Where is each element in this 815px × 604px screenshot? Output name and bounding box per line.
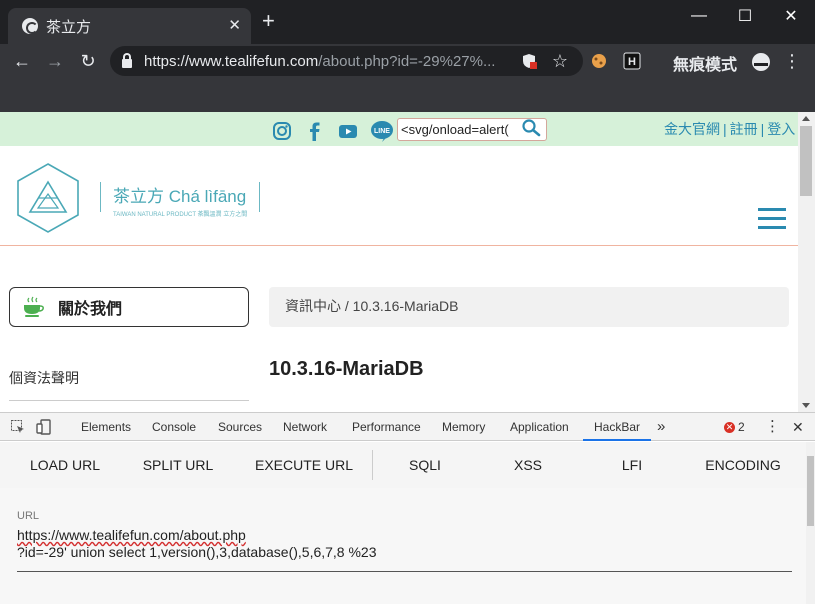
close-window-button[interactable]: ✕ — [768, 0, 814, 32]
url-field-value[interactable]: https://www.tealifefun.com/about.php ?id… — [17, 527, 792, 561]
browser-toolbar: ← → ↻ https://www.tealifefun.com/about.p… — [0, 44, 815, 78]
brand-logo-text[interactable]: 茶立方 Chá lìfāng TAIWAN NATURAL PRODUCT 茶飄… — [100, 182, 261, 218]
tab-performance[interactable]: Performance — [352, 413, 421, 441]
sqli-button[interactable]: SQLI — [395, 442, 455, 488]
bookmark-star-icon[interactable]: ☆ — [548, 49, 572, 73]
tab-title: 茶立方 — [46, 18, 92, 36]
tab-network[interactable]: Network — [283, 413, 327, 441]
top-link-register[interactable]: 註冊 — [730, 121, 758, 137]
error-count: 2 — [738, 420, 745, 434]
url-field-label: URL — [17, 510, 40, 522]
url-host: https://www.tealifefun.com — [144, 52, 319, 70]
top-links: 金大官網 | 註冊 | 登入 — [664, 119, 795, 139]
toolbar-divider — [372, 450, 373, 480]
breadcrumb: 資訊中心 / 10.3.16-MariaDB — [269, 287, 789, 327]
page-scrollbar[interactable] — [798, 112, 815, 412]
svg-text:LINE: LINE — [374, 128, 390, 135]
top-link-university[interactable]: 金大官網 — [664, 121, 720, 137]
hamburger-menu-icon[interactable] — [758, 208, 786, 230]
separator: | — [760, 121, 765, 137]
tab-application[interactable]: Application — [510, 413, 569, 441]
more-tabs-icon[interactable]: » — [657, 413, 665, 441]
devtools-tab-bar: Elements Console Sources Network Perform… — [0, 413, 815, 441]
minimize-button[interactable]: — — [676, 0, 722, 32]
url-line-1: https://www.tealifefun.com/about.php — [17, 527, 246, 543]
lock-icon — [122, 52, 132, 68]
execute-url-button[interactable]: EXECUTE URL — [244, 442, 364, 488]
tab-sources[interactable]: Sources — [218, 413, 262, 441]
bookmark-bar — [0, 78, 815, 112]
extension-cookie-icon[interactable] — [590, 52, 608, 70]
devtools-panel: Elements Console Sources Network Perform… — [0, 412, 815, 604]
instagram-icon[interactable] — [272, 121, 292, 141]
device-toolbar-icon[interactable] — [36, 419, 52, 435]
encoding-button[interactable]: ENCODING — [700, 442, 786, 488]
site-header: 茶立方 Chá lìfāng TAIWAN NATURAL PRODUCT 茶飄… — [0, 146, 798, 246]
load-url-button[interactable]: LOAD URL — [20, 442, 110, 488]
youtube-icon[interactable] — [338, 121, 358, 141]
devtools-menu-icon[interactable]: ⋮ — [765, 413, 780, 441]
hackbar-toolbar: LOAD URL SPLIT URL EXECUTE URL SQLI XSS … — [0, 442, 806, 488]
maximize-button[interactable]: ☐ — [722, 0, 768, 32]
tea-cup-icon — [24, 296, 44, 317]
reload-icon[interactable]: ↻ — [76, 49, 100, 73]
tab-close-icon[interactable]: ✕ — [228, 16, 241, 34]
hackbar-body: URL https://www.tealifefun.com/about.php… — [0, 488, 806, 604]
url-line-2: ?id=-29' union select 1,version(),3,data… — [17, 544, 377, 560]
back-arrow-icon[interactable]: ← — [10, 49, 34, 73]
privacy-link[interactable]: 個資法聲明 — [9, 368, 249, 401]
devtools-close-icon[interactable]: ✕ — [792, 413, 804, 441]
split-url-button[interactable]: SPLIT URL — [133, 442, 223, 488]
devtools-scrollbar-thumb[interactable] — [807, 456, 814, 526]
shield-blocked-icon[interactable] — [521, 53, 537, 69]
tab-strip: 茶立方 ✕ + — ☐ ✕ — [0, 0, 815, 44]
top-link-login[interactable]: 登入 — [767, 121, 795, 137]
page-viewport: LINE 金大官網|註冊|登入 茶立方 Chá lìfāng TAIWAN NA… — [0, 112, 815, 412]
scroll-up-icon[interactable] — [802, 116, 810, 121]
scroll-down-icon[interactable] — [802, 403, 810, 408]
url-textarea[interactable]: URL https://www.tealifefun.com/about.php… — [17, 510, 792, 572]
error-icon: ✕ — [724, 421, 735, 433]
browser-tab[interactable]: 茶立方 ✕ — [8, 8, 251, 44]
chrome-menu-icon[interactable]: ⋮ — [780, 49, 804, 73]
tab-console[interactable]: Console — [152, 413, 196, 441]
tab-elements[interactable]: Elements — [81, 413, 131, 441]
search-icon[interactable] — [520, 118, 542, 140]
incognito-icon[interactable] — [752, 53, 770, 71]
extension-hackbar-icon[interactable]: H — [623, 52, 641, 70]
devtools-scrollbar[interactable] — [806, 442, 815, 604]
about-us-label: 關於我們 — [58, 301, 123, 318]
tab-memory[interactable]: Memory — [442, 413, 485, 441]
about-us-button[interactable]: 關於我們 — [9, 287, 249, 327]
error-count-badge[interactable]: ✕ 2 — [724, 420, 745, 434]
brand-name: 茶立方 Chá lìfāng — [113, 187, 247, 206]
address-bar[interactable]: https://www.tealifefun.com/about.php?id=… — [110, 46, 583, 76]
line-icon[interactable]: LINE — [370, 119, 394, 143]
site-favicon-icon — [22, 18, 38, 34]
site-top-bar: LINE 金大官網|註冊|登入 — [0, 112, 798, 146]
hexagon-logo-icon[interactable] — [12, 162, 84, 234]
xss-button[interactable]: XSS — [498, 442, 558, 488]
separator: | — [723, 121, 727, 137]
svg-text:H: H — [628, 56, 636, 68]
brand-tagline: TAIWAN NATURAL PRODUCT 茶飄溫潤 立方之間 — [113, 212, 248, 218]
incognito-label[interactable]: 無痕模式 — [673, 51, 737, 75]
browser-window: 茶立方 ✕ + — ☐ ✕ ← → ↻ https://www.tealifef… — [0, 0, 815, 604]
facebook-icon[interactable] — [305, 121, 325, 141]
lfi-button[interactable]: LFI — [602, 442, 662, 488]
tab-hackbar[interactable]: HackBar — [583, 413, 652, 441]
new-tab-button[interactable]: + — [262, 10, 275, 32]
inspect-element-icon[interactable] — [10, 419, 26, 435]
forward-arrow-icon[interactable]: → — [43, 49, 67, 73]
page-title: 10.3.16-MariaDB — [269, 358, 424, 380]
address-url[interactable]: https://www.tealifefun.com/about.php?id=… — [144, 53, 495, 70]
url-path: /about.php?id=-29%27%... — [318, 52, 496, 70]
scrollbar-thumb[interactable] — [800, 126, 812, 196]
